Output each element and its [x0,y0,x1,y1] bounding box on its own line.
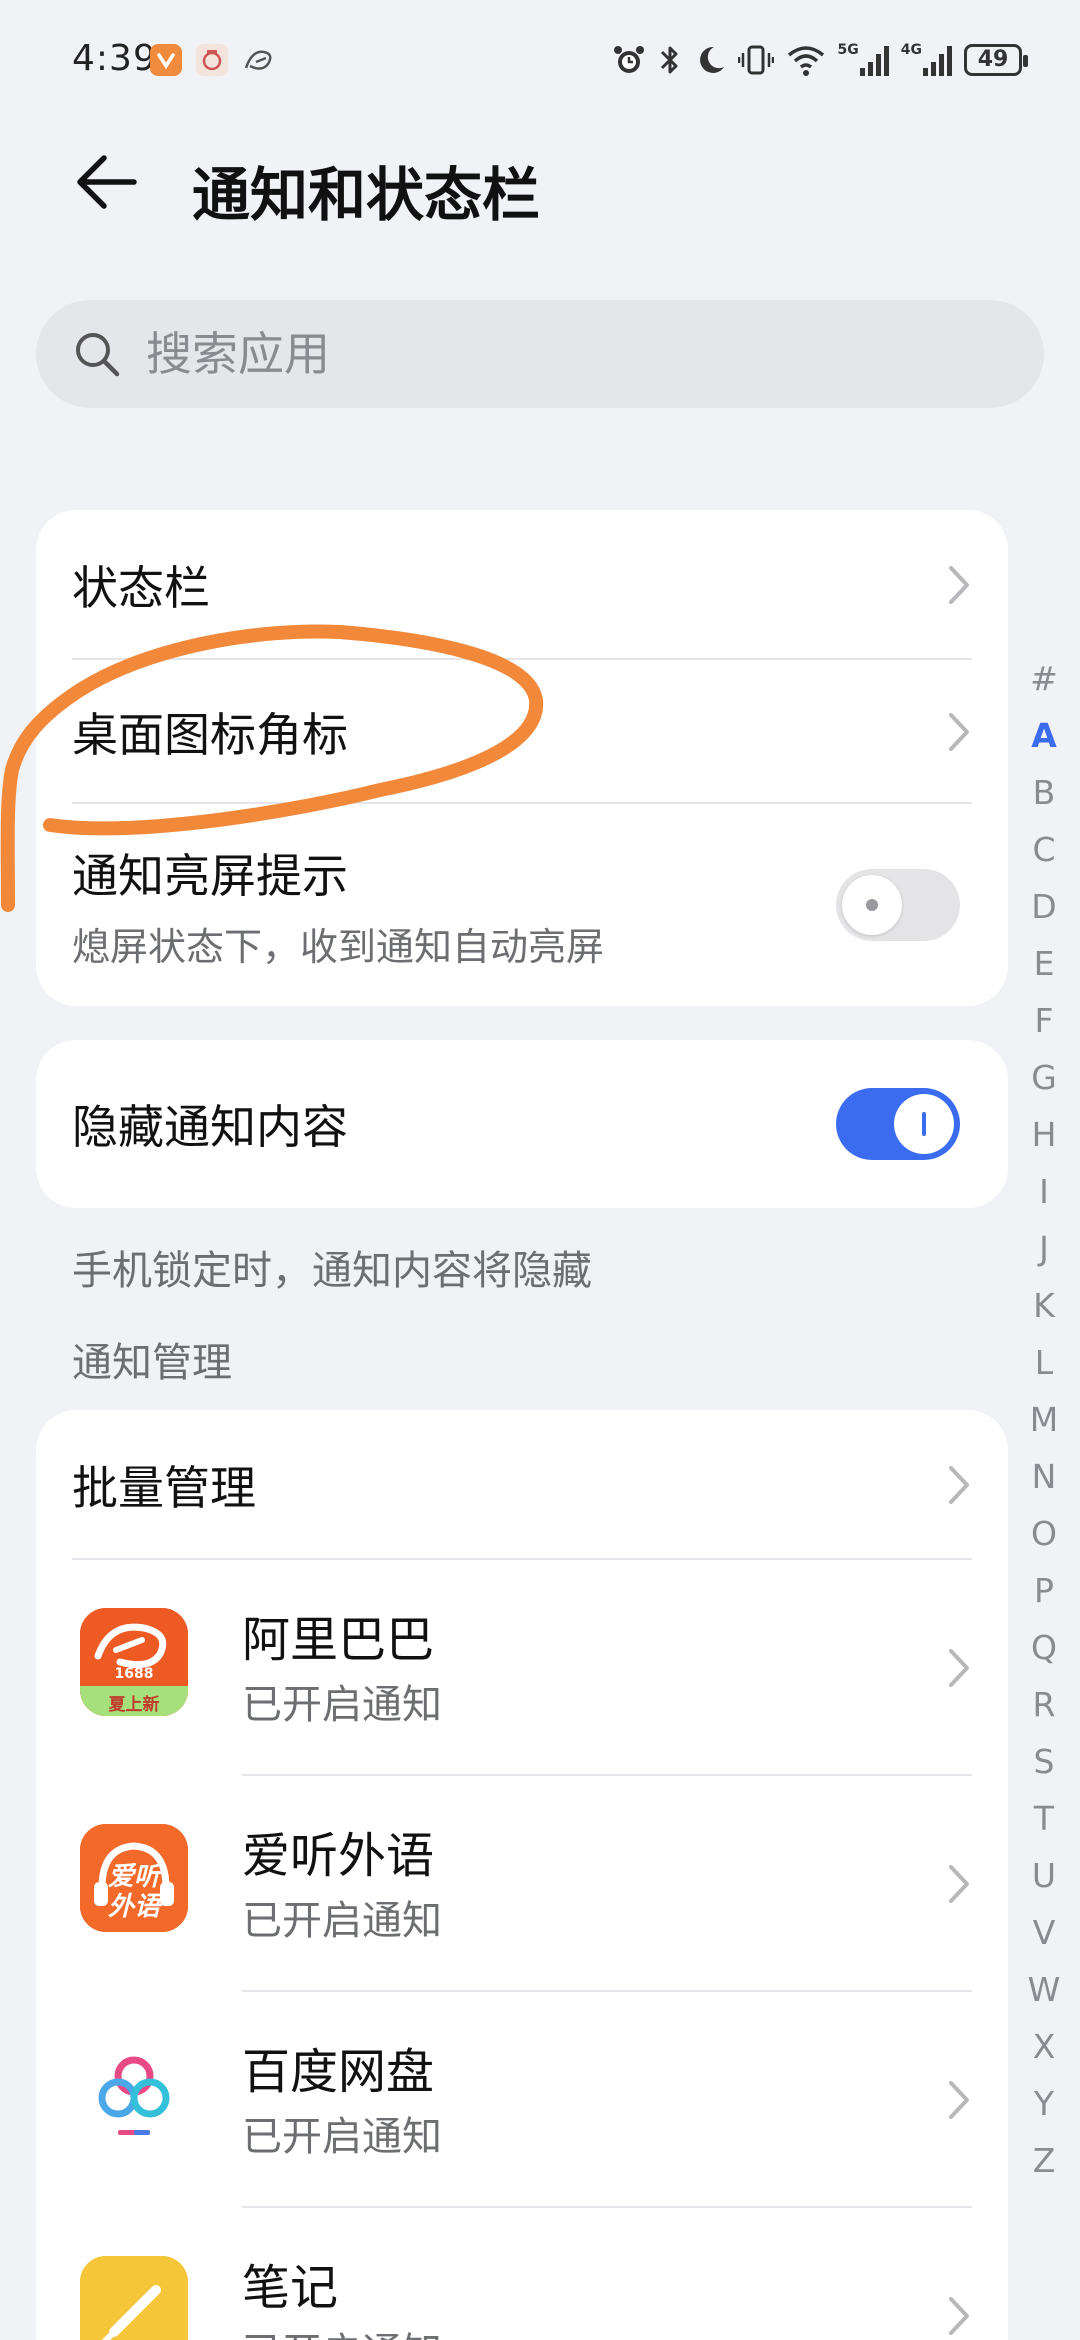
notification-app-icon [150,44,182,76]
chevron-right-icon [949,713,969,751]
hide-content-description: 手机锁定时，通知内容将隐藏 [72,1248,592,1294]
wake-screen-setting-row: 通知亮屏提示 熄屏状态下，收到通知自动亮屏 [36,804,1008,1006]
toggle-knob [842,875,902,935]
chevron-right-icon [949,2081,969,2119]
alphabet-index-letter[interactable]: T [1034,1790,1054,1847]
hide-content-card: 隐藏通知内容 [36,1040,1008,1208]
aiting-waiyu-icon: 爱听 外语 [80,1824,188,1932]
alphabet-index-letter[interactable]: H [1032,1106,1057,1163]
app-notification-status: 已开启通知 [242,2320,442,2340]
alphabet-index-letter[interactable]: Q [1031,1619,1057,1676]
network-label-4g: 4G [900,42,922,58]
do-not-disturb-moon-icon [694,40,726,80]
alphabet-index-letter[interactable]: Z [1033,2132,1056,2189]
search-input[interactable] [146,327,966,381]
status-bar-setting-row[interactable]: 状态栏 [36,510,1008,660]
alphabet-index-letter[interactable]: R [1033,1676,1056,1733]
vibrate-icon [737,40,774,80]
alarm-icon [612,40,646,80]
baidu-netdisk-icon [80,2040,188,2148]
status-right-icons: 5G 4G 49 [612,40,1028,80]
app-name: 笔记 [242,2260,339,2316]
alphabet-index-letter[interactable]: N [1032,1448,1057,1505]
notification-management-card: 批量管理 1688 夏上新 阿里巴巴 已开启通知 爱听 外语 爱听外语 已开启通… [36,1410,1008,2340]
notification-app-icon-3 [242,44,274,76]
alphabet-index-letter[interactable]: B [1033,764,1056,821]
wake-screen-description: 熄屏状态下，收到通知自动亮屏 [72,924,605,969]
hide-content-label: 隐藏通知内容 [72,1100,348,1154]
alibaba-1688-icon: 1688 夏上新 [80,1608,188,1716]
alphabet-index-letter[interactable]: E [1034,935,1055,992]
page-title: 通知和状态栏 [192,161,541,229]
aiting-icon-text-2: 外语 [107,1892,160,1922]
status-bar: 4:39 5G 4G 49 [0,0,1080,120]
hide-content-toggle[interactable] [836,1088,960,1160]
alphabet-index-letter[interactable]: I [1039,1163,1049,1220]
alphabet-index-letter[interactable]: F [1035,992,1054,1049]
network-label-5g: 5G [837,42,859,58]
app-row-alibaba[interactable]: 1688 夏上新 阿里巴巴 已开启通知 [36,1560,1008,1776]
search-bar[interactable] [36,300,1044,408]
signal-5g-icon: 5G [838,40,889,80]
alphabet-index-letter[interactable]: U [1032,1847,1056,1904]
wake-screen-toggle[interactable] [836,869,960,941]
alphabet-index[interactable]: # A B C D E F G H I J K L M N O P Q R S T U V W X Y Z [1018,650,1070,2189]
alphabet-index-letter[interactable]: K [1033,1277,1055,1334]
app-row-baidu[interactable]: 百度网盘 已开启通知 [36,1992,1008,2208]
settings-card: 状态栏 桌面图标角标 通知亮屏提示 熄屏状态下，收到通知自动亮屏 [36,510,1008,1006]
status-time: 4:39 [72,38,157,79]
alphabet-index-letter[interactable]: V [1033,1904,1056,1961]
badge-setting-row[interactable]: 桌面图标角标 [36,660,1008,804]
wifi-icon [786,40,826,80]
back-arrow-icon [77,155,137,209]
alphabet-index-letter[interactable]: G [1031,1049,1057,1106]
chevron-right-icon [949,1466,969,1504]
chevron-right-icon [949,2297,969,2335]
alphabet-index-letter[interactable]: M [1030,1391,1058,1448]
app-notification-status: 已开启通知 [242,1682,442,1728]
app-name: 爱听外语 [242,1828,435,1884]
hide-content-row: 隐藏通知内容 [36,1040,1008,1208]
alphabet-index-letter[interactable]: W [1028,1961,1061,2018]
app-notification-status: 已开启通知 [242,1898,442,1944]
signal-4g-icon: 4G [901,40,952,80]
alibaba-icon-tag: 夏上新 [108,1695,160,1715]
alibaba-icon-number: 1688 [114,1666,154,1682]
battery-indicator: 49 [964,44,1028,76]
wake-screen-label: 通知亮屏提示 [72,848,348,903]
alphabet-index-letter[interactable]: D [1031,878,1056,935]
alphabet-index-letter[interactable]: Y [1034,2075,1054,2132]
badge-setting-label: 桌面图标角标 [72,708,348,762]
app-row-notes[interactable]: 笔记 已开启通知 [36,2208,1008,2340]
app-notification-status: 已开启通知 [242,2114,442,2160]
notification-management-header: 通知管理 [72,1340,232,1386]
status-app-icons [150,44,274,76]
alphabet-index-letter[interactable]: S [1034,1733,1055,1790]
bluetooth-icon [658,40,682,80]
chevron-right-icon [949,566,969,604]
app-name: 阿里巴巴 [242,1612,435,1668]
alphabet-index-letter[interactable]: A [1031,707,1057,764]
app-name: 百度网盘 [242,2044,435,2100]
alphabet-index-letter[interactable]: P [1034,1562,1054,1619]
notes-icon [80,2256,188,2340]
alphabet-index-letter[interactable]: # [1030,650,1058,707]
app-row-aiting[interactable]: 爱听 外语 爱听外语 已开启通知 [36,1776,1008,1992]
chevron-right-icon [949,1649,969,1687]
batch-manage-label: 批量管理 [72,1461,256,1515]
alphabet-index-letter[interactable]: X [1033,2018,1056,2075]
alphabet-index-letter[interactable]: J [1039,1220,1049,1277]
toggle-knob [894,1094,954,1154]
search-icon [76,333,120,377]
chevron-right-icon [949,1865,969,1903]
alphabet-index-letter[interactable]: C [1032,821,1055,878]
status-bar-setting-label: 状态栏 [72,561,210,615]
back-button[interactable] [68,140,148,220]
notification-app-icon-2 [196,44,228,76]
alphabet-index-letter[interactable]: L [1035,1334,1053,1391]
batch-manage-row[interactable]: 批量管理 [36,1410,1008,1560]
alphabet-index-letter[interactable]: O [1031,1505,1057,1562]
